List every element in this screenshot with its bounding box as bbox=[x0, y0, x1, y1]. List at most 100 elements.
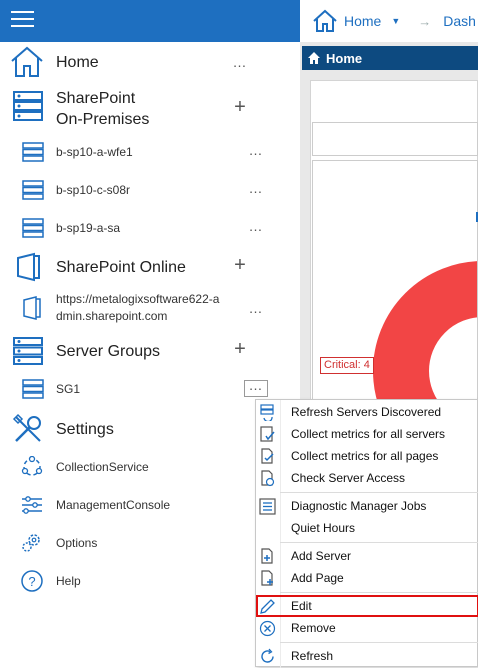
menu-item-refresh[interactable]: Refresh bbox=[256, 645, 478, 667]
sidebar-item-online-site[interactable]: https://metalogixsoftware622-a dmin.shar… bbox=[0, 290, 300, 326]
sidebar-item-label: CollectionService bbox=[56, 460, 149, 474]
sidebar-item-server[interactable]: b-sp10-c-s08r … bbox=[0, 178, 300, 202]
menu-item-check-access[interactable]: Check Server Access bbox=[256, 467, 478, 489]
site-more-button[interactable]: … bbox=[244, 300, 268, 316]
menu-item-label: Collect metrics for all pages bbox=[291, 449, 439, 463]
server-name: b-sp10-a-wfe1 bbox=[56, 145, 133, 159]
critical-label-text: Critical: 4 bbox=[324, 359, 370, 371]
pencil-icon bbox=[260, 599, 275, 614]
menu-item-label: Diagnostic Manager Jobs bbox=[291, 499, 427, 513]
check-access-icon bbox=[261, 470, 275, 487]
sidebar-item-label: Help bbox=[56, 574, 81, 588]
collect-pages-icon bbox=[261, 448, 274, 464]
sidebar-item-home[interactable]: Home … bbox=[0, 42, 300, 82]
menu-separator bbox=[280, 542, 478, 543]
server-name: b-sp19-a-sa bbox=[56, 221, 121, 235]
top-bar: Home ▼ → Dash bbox=[0, 0, 478, 42]
server-groups-icon bbox=[12, 336, 44, 366]
jobs-list-icon bbox=[259, 498, 276, 515]
home-tab-bar[interactable]: Home bbox=[302, 46, 478, 70]
menu-item-quiet-hours[interactable]: Quiet Hours bbox=[256, 517, 478, 539]
sidebar-item-label: Server Groups bbox=[56, 343, 161, 360]
svg-text:?: ? bbox=[28, 574, 35, 589]
context-menu: Refresh Servers Discovered Collect metri… bbox=[255, 399, 478, 668]
sidebar-item-label: Home bbox=[56, 54, 99, 71]
site-url-line2: dmin.sharepoint.com bbox=[56, 309, 168, 323]
menu-item-label: Remove bbox=[291, 621, 336, 635]
add-onprem-button[interactable]: + bbox=[231, 96, 249, 119]
app-header bbox=[0, 0, 300, 42]
sidebar-item-server[interactable]: b-sp10-a-wfe1 … bbox=[0, 140, 300, 164]
add-page-icon bbox=[261, 570, 273, 586]
add-server-icon bbox=[261, 548, 273, 564]
sidebar-item-label: Options bbox=[56, 536, 98, 550]
sidebar-item-label: ManagementConsole bbox=[56, 498, 171, 512]
server-icon bbox=[22, 379, 44, 399]
sidebar-item-sharepoint-online[interactable]: SharePoint Online + bbox=[0, 250, 300, 284]
menu-separator bbox=[280, 642, 478, 643]
gears-icon bbox=[20, 532, 44, 554]
server-icon bbox=[22, 180, 44, 200]
home-more-button[interactable]: … bbox=[228, 54, 252, 70]
menu-item-diagnostic-jobs[interactable]: Diagnostic Manager Jobs bbox=[256, 495, 478, 517]
menu-item-label: Refresh Servers Discovered bbox=[291, 405, 442, 419]
breadcrumb: Home ▼ → Dash bbox=[300, 0, 478, 42]
menu-item-label: Collect metrics for all servers bbox=[291, 427, 446, 441]
tools-icon bbox=[12, 413, 44, 445]
menu-item-label: Add Page bbox=[291, 571, 344, 585]
menu-item-add-server[interactable]: Add Server bbox=[256, 545, 478, 567]
server-more-button[interactable]: … bbox=[244, 180, 268, 196]
remove-icon bbox=[259, 620, 276, 637]
add-group-button[interactable]: + bbox=[231, 338, 249, 361]
menu-item-label: Edit bbox=[291, 599, 312, 613]
home-icon bbox=[10, 46, 44, 78]
server-icon bbox=[22, 218, 44, 238]
home-icon bbox=[313, 9, 337, 32]
menu-item-edit[interactable]: Edit bbox=[256, 595, 478, 617]
server-more-button[interactable]: … bbox=[244, 142, 268, 158]
breadcrumb-home[interactable]: Home ▼ bbox=[312, 9, 400, 33]
sidebar-item-label: Settings bbox=[56, 421, 114, 438]
group-name: SG1 bbox=[56, 382, 81, 396]
dashboard-toolbar bbox=[312, 122, 478, 156]
sidebar-item-label-line1: SharePoint bbox=[56, 90, 136, 107]
sidebar-item-server-groups[interactable]: Server Groups + bbox=[0, 334, 300, 368]
menu-separator bbox=[280, 492, 478, 493]
sidebar-item-label: SharePoint Online bbox=[56, 259, 186, 276]
breadcrumb-dashboard[interactable]: Dash bbox=[443, 13, 476, 29]
refresh-servers-icon bbox=[260, 404, 274, 421]
breadcrumb-home-label: Home bbox=[344, 13, 382, 29]
sidebar-item-server[interactable]: b-sp19-a-sa … bbox=[0, 216, 300, 240]
menu-item-collect-servers[interactable]: Collect metrics for all servers bbox=[256, 423, 478, 445]
critical-label: Critical: 4 bbox=[320, 357, 374, 374]
menu-item-collect-pages[interactable]: Collect metrics for all pages bbox=[256, 445, 478, 467]
home-icon bbox=[308, 52, 320, 64]
server-more-button[interactable]: … bbox=[244, 218, 268, 234]
refresh-icon bbox=[261, 648, 274, 663]
server-stack-icon bbox=[12, 90, 44, 122]
menu-item-label: Check Server Access bbox=[291, 471, 406, 485]
menu-item-add-page[interactable]: Add Page bbox=[256, 567, 478, 589]
sharepoint-site-icon bbox=[22, 296, 42, 320]
menu-item-remove[interactable]: Remove bbox=[256, 617, 478, 639]
menu-item-label: Add Server bbox=[291, 549, 352, 563]
sidebar-item-sharepoint-onprem[interactable]: SharePoint On-Premises + bbox=[0, 86, 300, 130]
arrow-right-icon: → bbox=[418, 13, 432, 29]
menu-separator bbox=[280, 592, 478, 593]
hamburger-menu-icon[interactable] bbox=[11, 11, 34, 29]
sharepoint-online-icon bbox=[14, 252, 42, 282]
server-icon bbox=[22, 142, 44, 162]
menu-item-label: Quiet Hours bbox=[291, 521, 356, 535]
collection-service-icon bbox=[20, 456, 44, 478]
menu-item-label: Refresh bbox=[291, 649, 334, 663]
help-icon: ? bbox=[20, 569, 44, 593]
add-online-button[interactable]: + bbox=[231, 254, 249, 277]
site-url-line1: https://metalogixsoftware622-a bbox=[56, 292, 220, 306]
server-name: b-sp10-c-s08r bbox=[56, 183, 131, 197]
menu-item-refresh-servers[interactable]: Refresh Servers Discovered bbox=[256, 401, 478, 423]
sidebar-item-label-line2: On-Premises bbox=[56, 111, 150, 128]
sliders-icon bbox=[20, 494, 44, 516]
group-more-button[interactable]: … bbox=[244, 378, 268, 397]
chevron-down-icon[interactable]: ▼ bbox=[391, 16, 400, 26]
home-tab-label: Home bbox=[326, 50, 363, 66]
